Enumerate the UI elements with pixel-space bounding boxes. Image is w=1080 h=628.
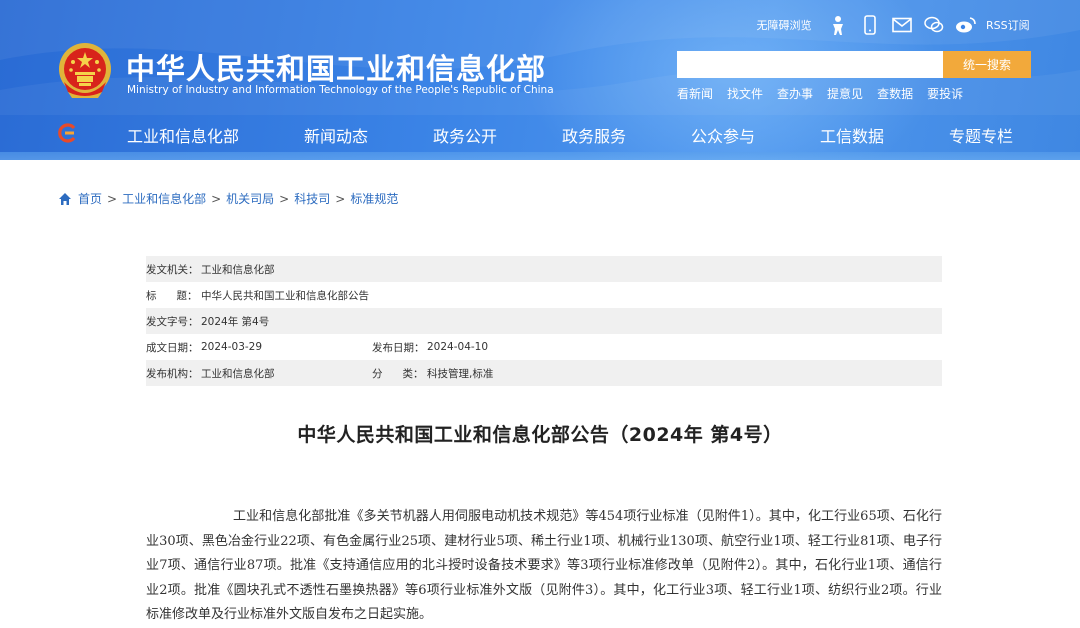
category-label: 分 类：	[372, 367, 424, 380]
breadcrumb-separator: >	[107, 191, 118, 206]
person-icon[interactable]	[822, 12, 854, 38]
site-title: 中华人民共和国工业和信息化部	[126, 52, 547, 86]
meta-row-issuer: 发文机关： 工业和信息化部	[146, 256, 942, 282]
site-subtitle: Ministry of Industry and Information Tec…	[127, 84, 554, 96]
org-label: 发布机构：	[146, 367, 199, 380]
category-value: 科技管理,标准	[427, 367, 494, 380]
accessibility-link[interactable]: 无障碍浏览	[752, 17, 816, 33]
breadcrumb-tech-dept[interactable]: 科技司	[294, 190, 330, 207]
top-links: 无障碍浏览 RSS订阅	[752, 12, 1030, 38]
search-button[interactable]: 统一搜索	[943, 51, 1031, 78]
doc-no-value: 2024年 第4号	[201, 315, 270, 328]
site-header: 中华人民共和国工业和信息化部 Ministry of Industry and …	[0, 0, 1080, 160]
document-body: 工业和信息化部批准《多关节机器人用伺服电动机技术规范》等454项行业标准（见附件…	[146, 505, 942, 628]
mobile-icon[interactable]	[854, 12, 886, 38]
home-logo-icon[interactable]	[58, 123, 78, 143]
meta-row-title: 标 题： 中华人民共和国工业和信息化部公告	[146, 282, 942, 308]
meta-row-dates: 成文日期： 2024-03-29 发布日期： 2024-04-10	[146, 334, 942, 360]
meta-row-org: 发布机构： 工业和信息化部 分 类： 科技管理,标准	[146, 360, 942, 386]
quick-links: 看新闻 找文件 查办事 提意见 查数据 要投诉	[677, 85, 963, 102]
national-emblem-icon	[59, 43, 111, 98]
published-label: 发布日期：	[372, 341, 425, 354]
issuer-label: 发文机关：	[146, 263, 199, 276]
rss-label: RSS订阅	[986, 19, 1030, 32]
quick-link-feedback[interactable]: 提意见	[827, 85, 863, 102]
quick-link-files[interactable]: 找文件	[727, 85, 763, 102]
quick-link-news[interactable]: 看新闻	[677, 85, 713, 102]
rss-link[interactable]: RSS订阅	[986, 17, 1030, 33]
wechat-icon[interactable]	[918, 12, 950, 38]
quick-link-services[interactable]: 查办事	[777, 85, 813, 102]
header-bottom-edge	[0, 152, 1080, 160]
search-input[interactable]	[677, 51, 943, 78]
breadcrumb-ministry[interactable]: 工业和信息化部	[122, 190, 206, 207]
issuer-value: 工业和信息化部	[201, 263, 275, 276]
meta-row-doc-no: 发文字号： 2024年 第4号	[146, 308, 942, 334]
breadcrumb: 首页 > 工业和信息化部 > 机关司局 > 科技司 > 标准规范	[58, 190, 398, 207]
title-value: 中华人民共和国工业和信息化部公告	[201, 289, 369, 302]
published-value: 2024-04-10	[427, 341, 489, 353]
home-icon[interactable]	[58, 192, 72, 206]
breadcrumb-separator: >	[211, 191, 222, 206]
quick-link-complaint[interactable]: 要投诉	[927, 85, 963, 102]
doc-no-label: 发文字号：	[146, 315, 199, 328]
search-box: 统一搜索	[677, 51, 1031, 78]
created-label: 成文日期：	[146, 341, 199, 354]
document-meta-table: 发文机关： 工业和信息化部 标 题： 中华人民共和国工业和信息化部公告 发文字号…	[146, 256, 942, 386]
weibo-icon[interactable]	[950, 12, 982, 38]
breadcrumb-departments[interactable]: 机关司局	[226, 190, 274, 207]
quick-link-data[interactable]: 查数据	[877, 85, 913, 102]
document-heading: 中华人民共和国工业和信息化部公告（2024年 第4号）	[297, 424, 783, 446]
nav-item-news[interactable]: 新闻动态	[304, 123, 368, 147]
created-value: 2024-03-29	[201, 341, 263, 353]
org-value: 工业和信息化部	[201, 367, 275, 380]
document-paragraph: 工业和信息化部批准《多关节机器人用伺服电动机技术规范》等454项行业标准（见附件…	[146, 509, 942, 622]
breadcrumb-separator: >	[279, 191, 290, 206]
nav-item-data[interactable]: 工信数据	[820, 123, 884, 147]
mail-icon[interactable]	[886, 12, 918, 38]
nav-item-ministry[interactable]: 工业和信息化部	[127, 123, 239, 147]
nav-item-topics[interactable]: 专题专栏	[949, 123, 1013, 147]
breadcrumb-home[interactable]: 首页	[78, 190, 102, 207]
nav-item-participation[interactable]: 公众参与	[691, 123, 755, 147]
main-nav: 工业和信息化部 新闻动态 政务公开 政务服务 公众参与 工信数据 专题专栏	[0, 115, 1080, 152]
breadcrumb-separator: >	[335, 191, 346, 206]
nav-item-gov-affairs[interactable]: 政务公开	[433, 123, 497, 147]
nav-item-services[interactable]: 政务服务	[562, 123, 626, 147]
title-label: 标 题：	[146, 289, 198, 302]
breadcrumb-standards[interactable]: 标准规范	[350, 190, 398, 207]
